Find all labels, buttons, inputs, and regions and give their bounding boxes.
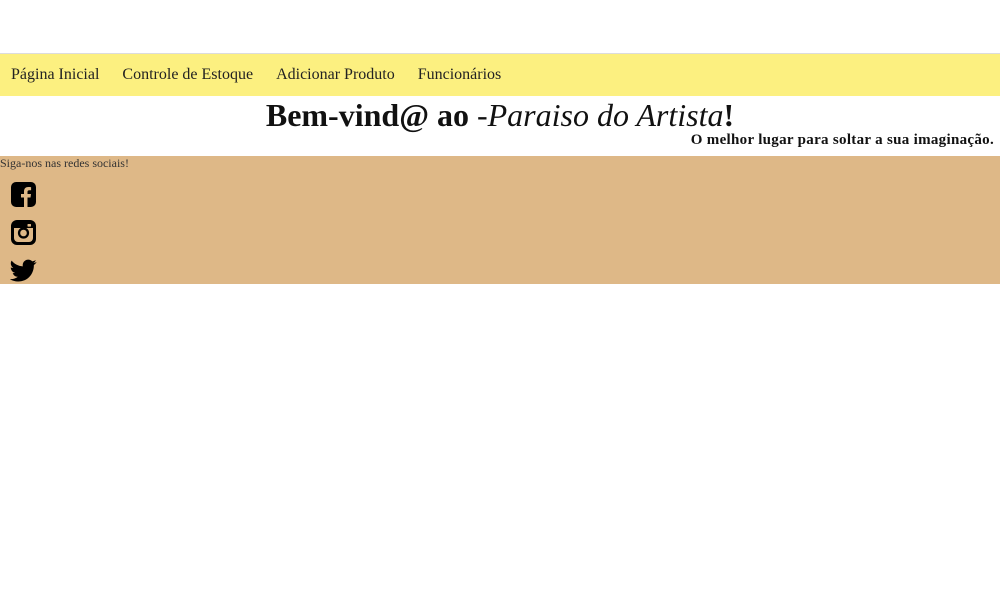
page-header: Bem-vind@ ao -Paraiso do Artista! O melh… (0, 96, 1000, 156)
navbar: Página Inicial Controle de Estoque Adici… (0, 54, 1000, 96)
nav-link-pagina-inicial[interactable]: Página Inicial (11, 66, 99, 84)
nav-link-controle-estoque[interactable]: Controle de Estoque (122, 66, 253, 84)
facebook-icon[interactable] (10, 181, 37, 208)
top-blank-area (0, 0, 1000, 54)
title-brand: Paraiso do Artista (487, 97, 724, 133)
title-prefix: Bem-vind@ ao (265, 97, 477, 133)
title-dash: - (476, 97, 488, 133)
page-subtitle: O melhor lugar para soltar a sua imagina… (690, 132, 994, 148)
twitter-icon[interactable] (10, 257, 37, 284)
social-section: Siga-nos nas redes sociais! (0, 156, 1000, 284)
title-suffix: ! (723, 97, 735, 133)
instagram-icon[interactable] (10, 219, 37, 246)
nav-link-funcionarios[interactable]: Funcionários (418, 66, 502, 84)
page-title: Bem-vind@ ao -Paraiso do Artista! (0, 96, 1000, 134)
nav-link-adicionar-produto[interactable]: Adicionar Produto (276, 66, 395, 84)
social-caption: Siga-nos nas redes sociais! (0, 156, 129, 170)
